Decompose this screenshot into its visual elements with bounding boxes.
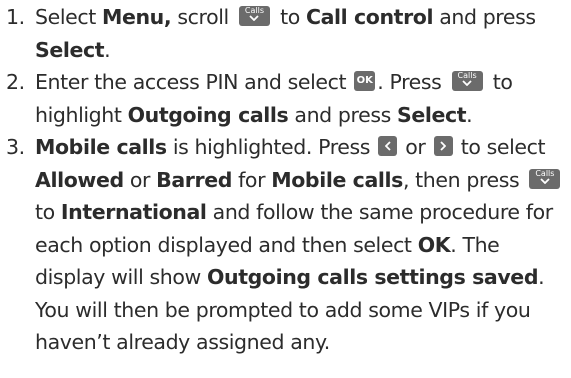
bold-term: Outgoing calls settings saved [206,265,539,289]
step-text: . [104,37,111,62]
step-text: for [232,167,272,192]
calls-key-label: Calls [457,71,477,80]
step-text: to [273,5,306,29]
step-2: 2. Enter the access PIN and select OK. P… [6,66,571,131]
bold-term: Select [35,37,105,62]
instruction-document: 1. Select Menu, scroll Calls to Call con… [0,0,571,378]
bold-term: Select [397,102,467,127]
ok-key-icon: OK [354,71,376,91]
chevron-left-icon [378,136,398,156]
step-number: 3. [6,135,25,159]
bold-term: Mobile calls [271,167,403,192]
calls-key-icon: Calls [451,71,483,91]
step-text: , then press [402,167,526,192]
step-text: Enter the access PIN and select [35,70,353,94]
bold-term: Outgoing calls [127,102,289,127]
calls-key-icon: Calls [529,168,561,189]
bold-term: OK [417,232,451,257]
step-text: scroll [171,5,235,29]
step-3: 3. Mobile calls is highlighted. Press or… [6,131,571,359]
step-text: to select [454,135,546,159]
bold-term: Allowed [35,167,124,192]
step-text: or [123,167,157,192]
chevron-down-icon [462,80,472,86]
step-text: and press [288,102,397,127]
step-text: or [399,135,432,159]
step-number: 2. [6,70,25,94]
step-number: 1. [6,5,25,29]
chevron-right-icon [433,136,453,156]
step-text: . [466,102,473,127]
steps-list: 1. Select Menu, scroll Calls to Call con… [6,1,571,359]
bold-term: International [60,200,207,224]
bold-term: Barred [156,167,232,192]
step-text: and press [433,5,536,29]
chevron-down-icon [249,15,260,21]
step-text: . Press [377,70,448,94]
step-text: Select [35,5,102,29]
step-text: is highlighted. Press [166,135,377,159]
chevron-down-icon [540,177,550,184]
bold-term: Call control [305,5,434,29]
bold-term: Menu, [101,5,172,29]
calls-key-label: Calls [535,168,555,178]
calls-key-icon: Calls [238,6,270,26]
step-1: 1. Select Menu, scroll Calls to Call con… [6,1,571,66]
step-text: to [35,200,61,224]
bold-term: Mobile calls [35,135,167,159]
calls-key-label: Calls [244,6,264,15]
